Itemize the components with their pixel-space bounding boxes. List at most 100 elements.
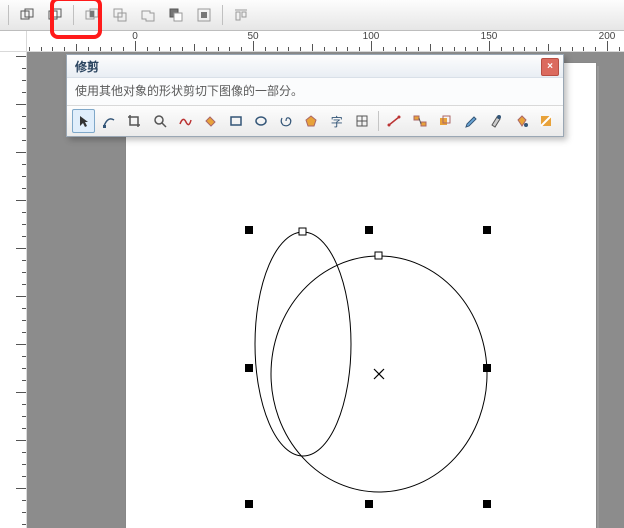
selection-handle[interactable] <box>483 500 491 508</box>
ruler-tick <box>22 452 26 453</box>
ruler-tick <box>312 44 313 51</box>
tooltip-titlebar[interactable]: 修剪 × <box>67 55 563 78</box>
connector-tool-button[interactable] <box>408 109 431 133</box>
crop-tool-button[interactable] <box>123 109 146 133</box>
ruler-tick <box>383 47 384 51</box>
smart-fill-button[interactable] <box>199 109 222 133</box>
ruler-tick <box>218 47 219 51</box>
app-window: 0 50 100 150 200 <box>0 0 624 528</box>
polygon-tool-button[interactable] <box>300 109 323 133</box>
align-button[interactable] <box>228 3 254 27</box>
freehand-tool-button[interactable] <box>173 109 196 133</box>
eyedropper-tool-button[interactable] <box>459 109 482 133</box>
ruler-tick <box>22 116 26 117</box>
horizontal-ruler[interactable]: 0 50 100 150 200 <box>27 31 624 51</box>
ruler-tick <box>406 47 407 51</box>
ruler-tick <box>22 128 26 129</box>
tb-align-icon <box>233 7 249 23</box>
selection-handles <box>245 226 491 508</box>
dimension-tool-button[interactable] <box>383 109 406 133</box>
node-marker[interactable] <box>375 252 382 259</box>
effects-tool-icon <box>438 114 452 128</box>
ruler-tick <box>430 44 431 51</box>
effects-tool-button[interactable] <box>433 109 456 133</box>
rectangle-tool-button[interactable] <box>224 109 247 133</box>
intersect-button[interactable] <box>79 3 105 27</box>
ruler-tick <box>229 47 230 51</box>
close-icon: × <box>547 62 553 72</box>
ruler-tick <box>22 404 26 405</box>
tooltip-close-button[interactable]: × <box>541 58 559 76</box>
ruler-tick <box>241 47 242 51</box>
pick-tool-button[interactable] <box>72 109 95 133</box>
tb-back-minus-front-icon <box>168 7 184 23</box>
ruler-tick <box>22 332 26 333</box>
ruler-tick <box>52 47 53 51</box>
ruler-tick <box>16 104 26 105</box>
tb-trim-icon <box>47 7 63 23</box>
ruler-tick <box>442 47 443 51</box>
ruler-tick <box>501 47 502 51</box>
ruler-tick <box>513 47 514 51</box>
selection-handle[interactable] <box>365 500 373 508</box>
ruler-tick <box>16 56 26 57</box>
dimension-tool-icon <box>387 114 401 128</box>
toolbar-separator <box>73 5 74 25</box>
spiral-tool-button[interactable] <box>275 109 298 133</box>
tb-simplify-icon <box>112 7 128 23</box>
ruler-tick <box>64 47 65 51</box>
interactive-fill-button[interactable] <box>535 109 558 133</box>
ruler-tick <box>194 44 195 51</box>
ruler-tick <box>536 47 537 51</box>
ruler-tick <box>22 416 26 417</box>
trim-button[interactable] <box>42 3 68 27</box>
node-marker[interactable] <box>299 228 306 235</box>
toolbox-toolbar: 字 <box>67 105 563 136</box>
fill-tool-button[interactable] <box>509 109 532 133</box>
selection-handle[interactable] <box>245 500 253 508</box>
ruler-tick <box>22 212 26 213</box>
ruler-tick <box>253 41 254 51</box>
fill-tool-icon <box>514 114 528 128</box>
selection-handle[interactable] <box>245 226 253 234</box>
outline-tool-button[interactable] <box>484 109 507 133</box>
selection-handle[interactable] <box>483 364 491 372</box>
toolbar-separator <box>8 5 9 25</box>
ruler-tick <box>265 47 266 51</box>
ruler-tick <box>583 47 584 51</box>
ruler-origin[interactable] <box>0 31 27 51</box>
selection-center-marker <box>374 369 384 379</box>
shape-tool-button[interactable] <box>97 109 120 133</box>
boundary-button[interactable] <box>191 3 217 27</box>
ruler-tick <box>16 152 26 153</box>
text-tool-button[interactable]: 字 <box>325 109 348 133</box>
tooltip-title: 修剪 <box>75 58 99 75</box>
ruler-tick <box>22 464 26 465</box>
back-minus-front-button[interactable] <box>163 3 189 27</box>
ruler-tick <box>123 47 124 51</box>
ruler-tick <box>595 47 596 51</box>
ruler-tick <box>300 47 301 51</box>
ruler-tick <box>111 47 112 51</box>
ruler-tick <box>22 260 26 261</box>
ellipse-tool-button[interactable] <box>249 109 272 133</box>
ruler-tick <box>607 41 608 51</box>
simplify-button[interactable] <box>107 3 133 27</box>
selection-handle[interactable] <box>245 364 253 372</box>
tb-weld-icon <box>19 7 35 23</box>
vertical-ruler[interactable] <box>0 52 27 528</box>
rectangle-tool-icon <box>229 114 243 128</box>
ruler-tick <box>560 47 561 51</box>
ruler-tick <box>159 47 160 51</box>
front-minus-back-button[interactable] <box>135 3 161 27</box>
ruler-tick <box>100 47 101 51</box>
ruler-tick <box>16 488 26 489</box>
selection-handle[interactable] <box>483 226 491 234</box>
ruler-tick <box>22 236 26 237</box>
zoom-tool-button[interactable] <box>148 109 171 133</box>
tb-boundary-icon <box>196 7 212 23</box>
ruler-tick <box>88 47 89 51</box>
table-tool-button[interactable] <box>350 109 373 133</box>
weld-button[interactable] <box>14 3 40 27</box>
selection-handle[interactable] <box>365 226 373 234</box>
